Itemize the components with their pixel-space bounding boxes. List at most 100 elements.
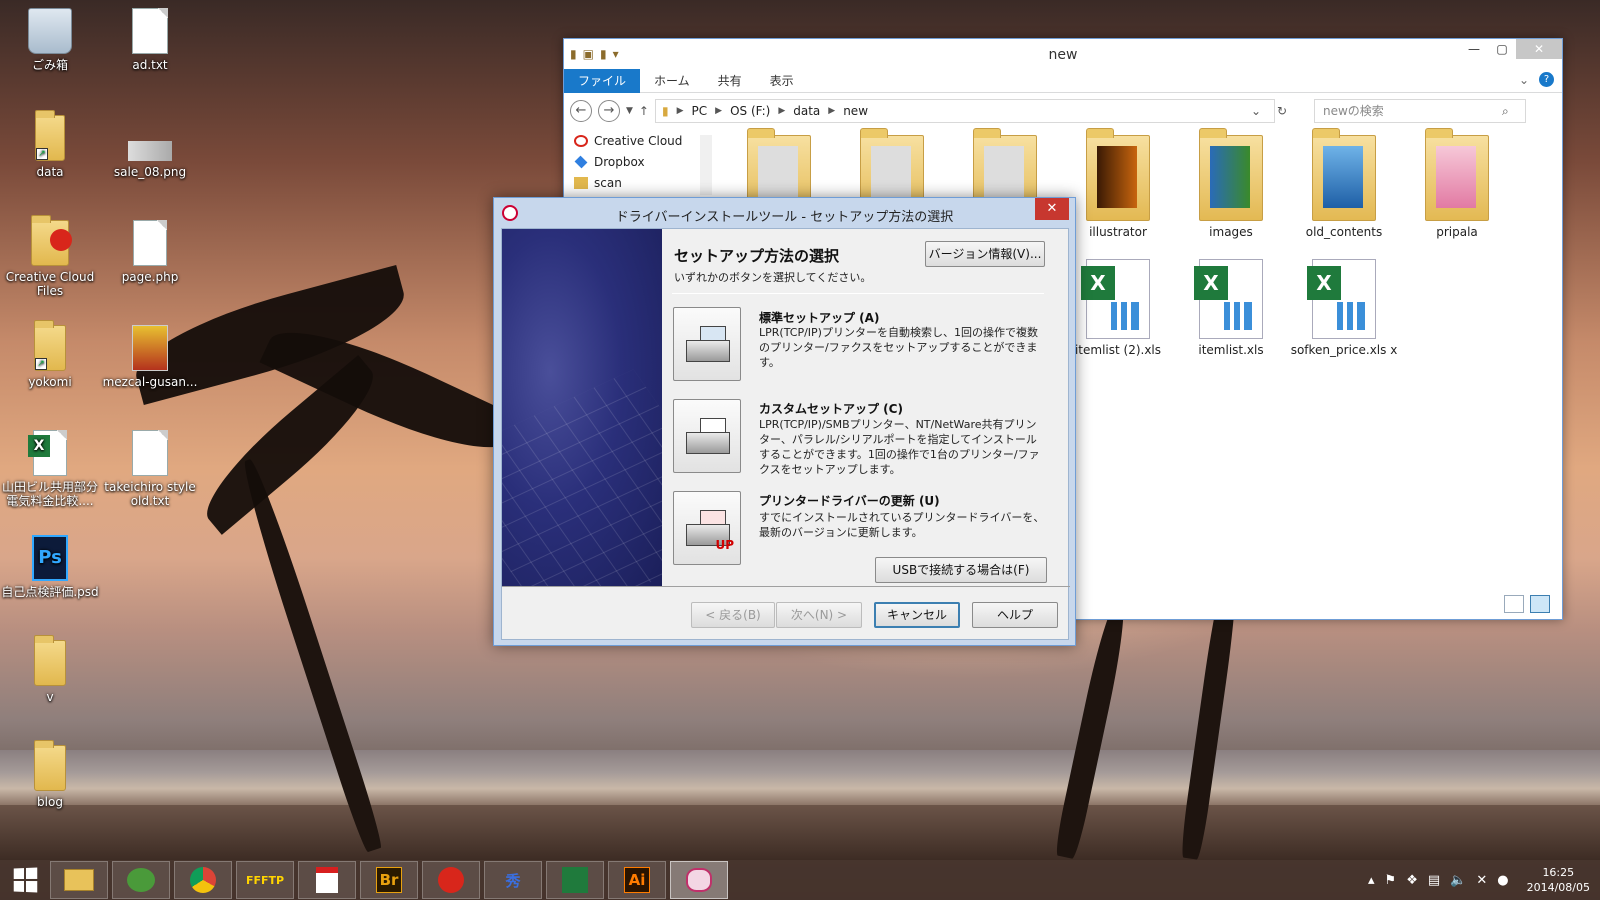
ime-icon[interactable]: ● [1497, 873, 1508, 888]
close-button[interactable]: ✕ [1516, 39, 1562, 59]
taskbar-app-creative-cloud[interactable] [422, 861, 480, 899]
folder-icon: ▮ [661, 104, 669, 118]
back-button[interactable]: < 戻る(B) [691, 602, 775, 628]
start-button[interactable] [0, 860, 50, 900]
file-item-sofken-price-xlsx[interactable]: sofken_price.xls x [1289, 259, 1399, 357]
shortcut-arrow-icon: ↗ [36, 148, 48, 160]
folder-icon[interactable]: ▮ [570, 47, 577, 61]
taskbar-app-file-explorer[interactable] [50, 861, 108, 899]
breadcrumb-os-f[interactable]: OS (F:) [730, 104, 770, 118]
file-item-old-contents[interactable]: old_contents [1289, 128, 1399, 239]
recent-locations-chevron-icon[interactable]: ▼ [626, 106, 633, 116]
desktop-icon-label: 自己点検評価.psd [1, 585, 99, 599]
desktop-icon-data[interactable]: ↗ data [0, 110, 100, 179]
taskbar-app-illustrator[interactable]: Ai [608, 861, 666, 899]
dialog-titlebar[interactable]: ドライバーインストールツール - セットアップ方法の選択 ✕ [494, 198, 1075, 228]
refresh-icon[interactable]: ↻ [1277, 104, 1287, 118]
clock[interactable]: 16:25 2014/08/05 [1519, 865, 1590, 895]
disconnected-x-icon[interactable]: ✕ [1476, 873, 1487, 888]
volume-icon[interactable]: 🔈 [1450, 873, 1466, 888]
details-view-icon[interactable] [1504, 595, 1524, 613]
desktop-icon-takeichiro-style-old-txt[interactable]: takeichiro style old.txt [100, 430, 200, 508]
taskbar-app-turtle[interactable] [112, 861, 170, 899]
expand-ribbon-chevron-icon[interactable]: ⌄ [1519, 73, 1529, 87]
driver-install-dialog[interactable]: ドライバーインストールツール - セットアップ方法の選択 ✕ セットアップ方法の… [493, 197, 1076, 646]
window-title: new [1048, 47, 1078, 63]
forward-arrow-icon[interactable]: → [598, 100, 620, 122]
folder-icon [1086, 128, 1150, 221]
quick-access-toolbar: ▮ ▣ ▮ ▾ [564, 47, 619, 61]
desktop-icon-page-php[interactable]: page.php [100, 220, 200, 284]
dialog-subheading: いずれかのボタンを選択してください。 [674, 271, 872, 284]
hidemaru-icon: 秀 [505, 871, 521, 890]
up-arrow-icon[interactable]: ↑ [639, 104, 649, 118]
help-button[interactable]: ヘルプ [972, 602, 1058, 628]
minimize-button[interactable]: — [1460, 39, 1488, 59]
close-button[interactable]: ✕ [1035, 198, 1069, 220]
tab-view[interactable]: 表示 [756, 69, 808, 93]
excel-file-icon [1194, 259, 1263, 339]
file-item-itemlist-2-xls[interactable]: itemlist (2).xls [1063, 259, 1173, 357]
dropbox-tray-icon[interactable]: ❖ [1406, 873, 1418, 888]
taskbar-app-hidemaru[interactable]: 秀 [484, 861, 542, 899]
breadcrumb-data[interactable]: data [793, 104, 820, 118]
creative-cloud-folder-icon [31, 215, 72, 266]
help-icon[interactable]: ? [1539, 72, 1554, 87]
desktop-icon-creative-cloud-files[interactable]: Creative Cloud Files [0, 215, 100, 298]
back-arrow-icon[interactable]: ← [570, 100, 592, 122]
action-center-flag-icon[interactable]: ⚑ [1385, 873, 1397, 888]
large-icons-view-icon[interactable] [1530, 595, 1550, 613]
taskbar-app-driver-install-tool[interactable] [670, 861, 728, 899]
acrobat-icon [316, 867, 338, 893]
driver-update-button[interactable]: UP [673, 491, 741, 565]
desktop-icon-yokomi[interactable]: ↗ yokomi [0, 320, 100, 389]
desktop-icon-ad-txt[interactable]: ad.txt [100, 8, 200, 72]
version-info-button[interactable]: バージョン情報(V)... [925, 241, 1045, 267]
desktop-icon-blog[interactable]: blog [0, 740, 100, 809]
file-item-images[interactable]: images [1176, 128, 1286, 239]
nav-pane-scrollbar[interactable] [700, 135, 712, 195]
search-input[interactable]: newの検索 [1314, 99, 1526, 123]
usb-connection-button[interactable]: USBで接続する場合は(F) [875, 557, 1047, 583]
nav-item-creative-cloud[interactable]: Creative Cloud [564, 131, 714, 152]
properties-icon[interactable]: ▣ [583, 47, 594, 61]
taskbar-app-chrome[interactable] [174, 861, 232, 899]
custom-setup-button[interactable] [673, 399, 741, 473]
address-dropdown-chevron-icon[interactable]: ⌄ [1251, 104, 1261, 118]
show-hidden-icons-chevron-icon[interactable]: ▴ [1368, 873, 1375, 888]
tab-share[interactable]: 共有 [704, 69, 756, 93]
cancel-button[interactable]: キャンセル [874, 602, 960, 628]
breadcrumb-pc[interactable]: PC [692, 104, 708, 118]
taskbar-app-excel[interactable] [546, 861, 604, 899]
address-bar[interactable]: ▮ ▶ PC ▶ OS (F:) ▶ data ▶ new [654, 99, 1275, 123]
turtle-app-icon [127, 868, 155, 892]
taskbar-app-ffftp[interactable]: FFFTP [236, 861, 294, 899]
new-folder-icon[interactable]: ▮ [600, 47, 607, 61]
custom-setup-description: LPR(TCP/IP)/SMBプリンター、NT/NetWare共有プリンター、パ… [759, 418, 1040, 476]
desktop-icon-yamada-building-xls[interactable]: 山田ビル共用部分電気料金比較.... [0, 430, 100, 508]
taskbar-app-acrobat[interactable] [298, 861, 356, 899]
file-item-itemlist-xls[interactable]: itemlist.xls [1176, 259, 1286, 357]
desktop-icon-v[interactable]: v [0, 635, 100, 704]
file-item-pripala[interactable]: pripala [1402, 128, 1512, 239]
nav-item-dropbox[interactable]: Dropbox [564, 152, 714, 173]
tab-file[interactable]: ファイル [564, 68, 641, 93]
standard-setup-button[interactable] [673, 307, 741, 381]
chevron-down-icon[interactable]: ▾ [613, 47, 619, 61]
explorer-titlebar[interactable]: ▮ ▣ ▮ ▾ new — ▢ ✕ [564, 39, 1562, 69]
file-explorer-icon [64, 869, 94, 891]
file-item-illustrator[interactable]: illustrator [1063, 128, 1173, 239]
maximize-button[interactable]: ▢ [1488, 39, 1516, 59]
tab-home[interactable]: ホーム [640, 69, 704, 93]
taskbar-app-bridge[interactable]: Br [360, 861, 418, 899]
desktop-icon-jiko-tenken-psd[interactable]: Ps 自己点検評価.psd [0, 535, 100, 599]
search-icon[interactable]: ⌕ [1502, 104, 1509, 119]
breadcrumb-new[interactable]: new [843, 104, 868, 118]
network-icon[interactable]: ▤ [1428, 873, 1440, 888]
desktop-icon-recycle-bin[interactable]: ごみ箱 [0, 8, 100, 72]
next-button[interactable]: 次へ(N) > [776, 602, 862, 628]
desktop-icon-sale-08-png[interactable]: sale_08.png [100, 115, 200, 179]
nav-item-scan[interactable]: scan [564, 173, 714, 194]
desktop-icon-mezcal-gusano[interactable]: mezcal-gusan... [100, 325, 200, 389]
standard-setup-title: 標準セットアップ (A) [759, 311, 880, 325]
